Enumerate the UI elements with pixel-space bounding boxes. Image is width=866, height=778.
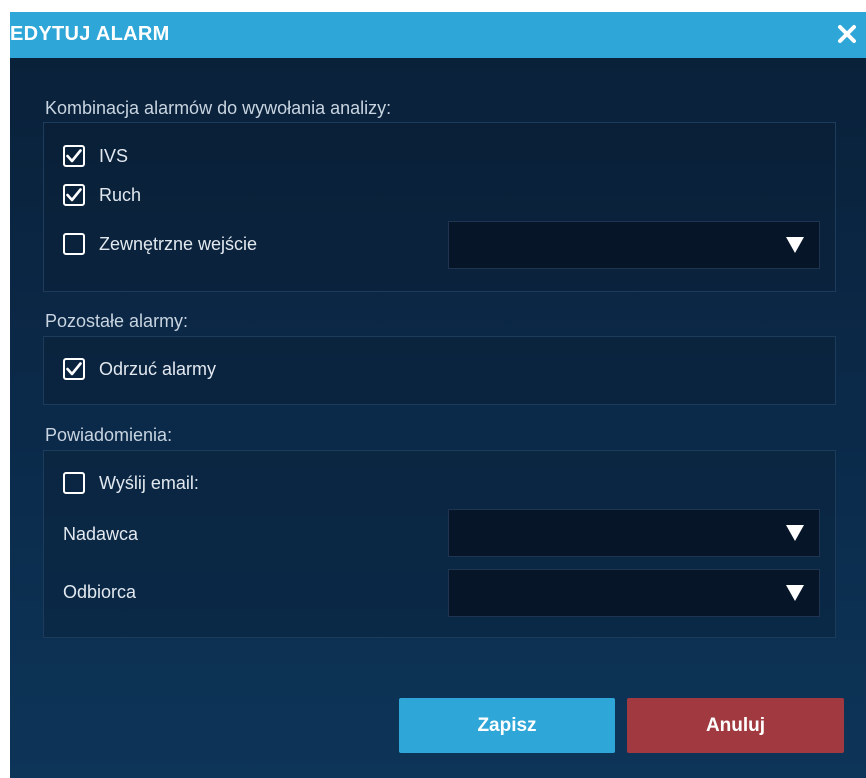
checkbox-row-ivs[interactable]: IVS [63, 145, 128, 167]
sender-select[interactable] [448, 509, 820, 557]
external-input-label: Zewnętrzne wejście [99, 233, 258, 254]
checkmark-icon [66, 362, 82, 376]
recipient-label: Odbiorca [63, 582, 137, 602]
checkbox-row-ruch[interactable]: Ruch [63, 184, 141, 206]
reject-alarms-checkbox[interactable] [63, 358, 85, 380]
dropdown-arrow-icon [785, 584, 805, 607]
dialog-titlebar: EDYTUJ ALARM [10, 12, 866, 58]
reject-alarms-label: Odrzuć alarmy [99, 358, 217, 379]
notifications-label: Powiadomienia: [45, 425, 173, 445]
checkmark-icon [66, 188, 82, 202]
alarm-combination-label: Kombinacja alarmów do wywołania analizy: [45, 98, 392, 118]
ivs-label: IVS [99, 145, 129, 166]
dropdown-arrow-icon [785, 524, 805, 547]
ruch-checkbox[interactable] [63, 184, 85, 206]
ruch-label: Ruch [99, 184, 142, 205]
dialog-title: EDYTUJ ALARM [10, 23, 170, 45]
external-input-select[interactable] [448, 221, 820, 269]
send-email-checkbox[interactable] [63, 472, 85, 494]
dropdown-arrow-icon [785, 236, 805, 259]
save-button[interactable]: Zapisz [399, 698, 615, 753]
close-icon[interactable] [834, 21, 860, 47]
checkmark-icon [66, 149, 82, 163]
external-input-checkbox[interactable] [63, 233, 85, 255]
checkbox-row-reject-alarms[interactable]: Odrzuć alarmy [63, 358, 216, 380]
checkbox-row-send-email[interactable]: Wyślij email: [63, 472, 199, 494]
other-alarms-label: Pozostałe alarmy: [45, 311, 189, 331]
recipient-select[interactable] [448, 569, 820, 617]
ivs-checkbox[interactable] [63, 145, 85, 167]
checkbox-row-external-input[interactable]: Zewnętrzne wejście [63, 233, 257, 255]
cancel-button[interactable]: Anuluj [627, 698, 844, 753]
send-email-label: Wyślij email: [99, 472, 199, 493]
sender-label: Nadawca [63, 524, 139, 544]
edit-alarm-dialog: EDYTUJ ALARM Kombinacja alarmów do wywoł… [10, 12, 866, 778]
